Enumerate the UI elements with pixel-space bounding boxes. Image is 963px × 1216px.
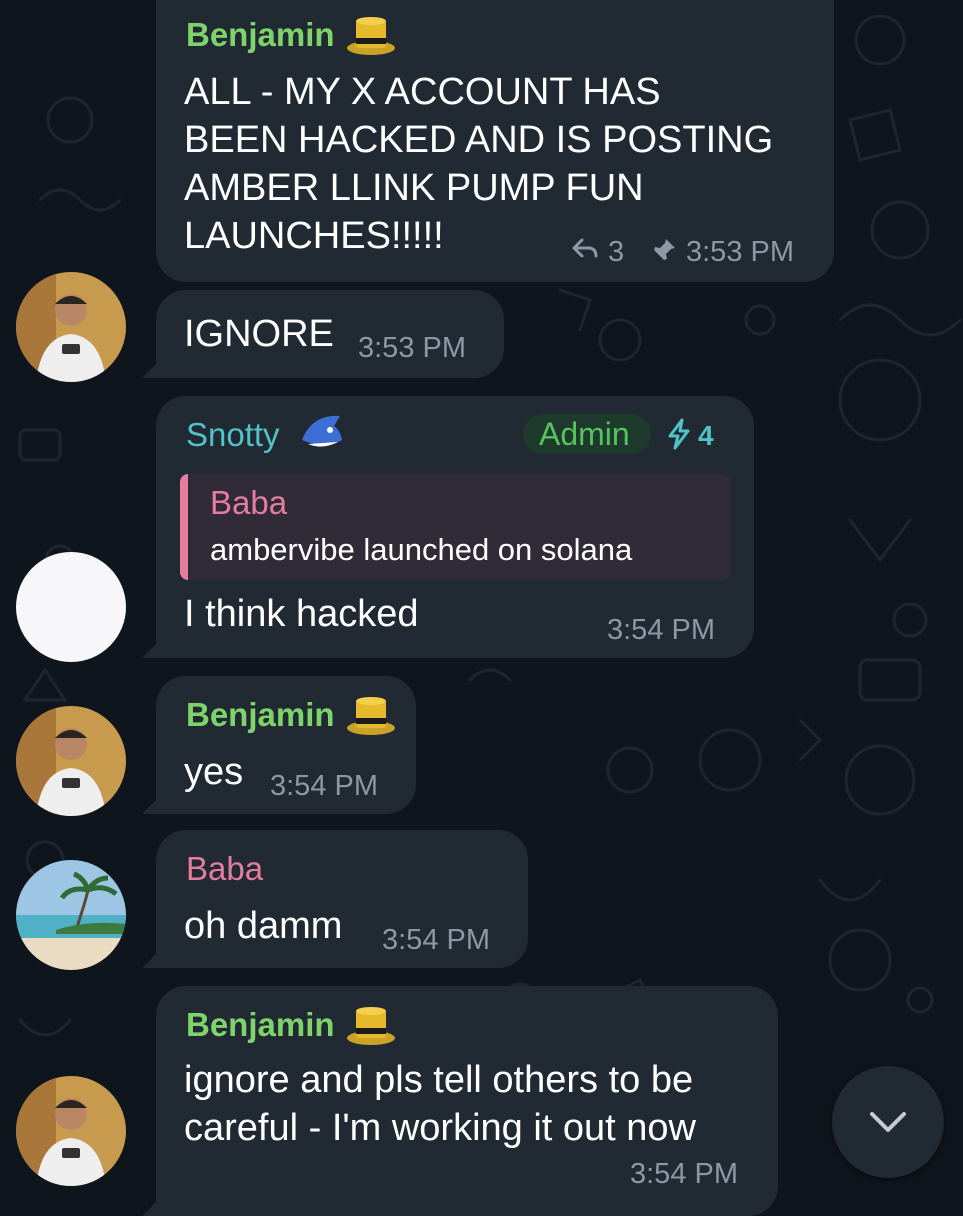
avatar-benjamin[interactable] <box>16 1076 126 1186</box>
message-text-line: careful - I'm working it out now <box>184 1107 696 1149</box>
sender-name[interactable]: Benjamin <box>186 16 335 54</box>
top-hat-emoji-icon <box>347 17 395 55</box>
message-timestamp: 3:54 PM <box>630 1158 738 1190</box>
sender-name[interactable]: Benjamin <box>186 1006 335 1044</box>
quote-sender: Baba <box>210 484 288 521</box>
message-text: yes <box>184 751 244 793</box>
message-timestamp: 3:54 PM <box>270 770 378 802</box>
boost-icon <box>668 418 690 450</box>
message-bubble-benjamin-4[interactable]: Benjamin ignore and pls tell others to b… <box>156 986 778 1216</box>
replies-count[interactable]: 3 <box>608 236 624 269</box>
sender-name[interactable]: Baba <box>186 850 263 888</box>
message-text-line: LAUNCHES!!!!! <box>184 215 444 257</box>
message-timestamp: 3:53 PM <box>686 236 794 268</box>
message-text: I think hacked <box>184 593 419 635</box>
message-timestamp: 3:54 PM <box>607 614 715 646</box>
boost-count: 4 <box>698 420 714 451</box>
admin-badge: Admin <box>523 414 651 454</box>
message-bubble-benjamin-2[interactable]: IGNORE 3:53 PM <box>156 290 504 378</box>
message-bubble-benjamin-3[interactable]: Benjamin yes 3:54 PM <box>156 676 416 814</box>
quoted-reply[interactable]: Baba ambervibe launched on solana <box>180 474 730 580</box>
message-text-line: ALL - MY X ACCOUNT HAS <box>184 71 661 113</box>
top-hat-emoji-icon <box>347 1007 395 1045</box>
reply-arrow-icon <box>572 238 598 258</box>
sender-name[interactable]: Benjamin <box>186 696 335 734</box>
avatar-benjamin[interactable] <box>16 706 126 816</box>
message-text-line: AMBER LLINK PUMP FUN <box>184 167 644 209</box>
sender-name[interactable]: Snotty <box>186 416 280 454</box>
message-text: IGNORE <box>184 313 334 355</box>
scroll-to-bottom-button[interactable] <box>832 1066 944 1178</box>
message-bubble-baba[interactable]: Baba oh damm 3:54 PM <box>156 830 528 968</box>
top-hat-emoji-icon <box>347 697 395 735</box>
message-text-line: ignore and pls tell others to be <box>184 1059 694 1101</box>
shark-emoji-icon <box>302 415 342 447</box>
message-bubble-benjamin-1[interactable]: Benjamin ALL - MY X ACCOUNT HAS BEEN HAC… <box>156 0 834 282</box>
avatar-benjamin[interactable] <box>16 272 126 382</box>
quote-text: ambervibe launched on solana <box>210 532 633 567</box>
message-timestamp: 3:54 PM <box>382 924 490 956</box>
message-text: oh damm <box>184 905 343 947</box>
admin-badge-label: Admin <box>539 416 630 452</box>
message-bubble-snotty[interactable]: Snotty Admin 4 Baba ambervibe launched o… <box>156 396 754 658</box>
pin-icon <box>653 239 675 261</box>
avatar-baba[interactable] <box>16 860 126 970</box>
message-text-line: BEEN HACKED AND IS POSTING <box>184 119 774 161</box>
quote-accent-bar <box>180 474 188 580</box>
chevron-down-icon <box>870 1112 906 1132</box>
message-timestamp: 3:53 PM <box>358 332 466 364</box>
avatar-snotty[interactable] <box>16 552 126 662</box>
